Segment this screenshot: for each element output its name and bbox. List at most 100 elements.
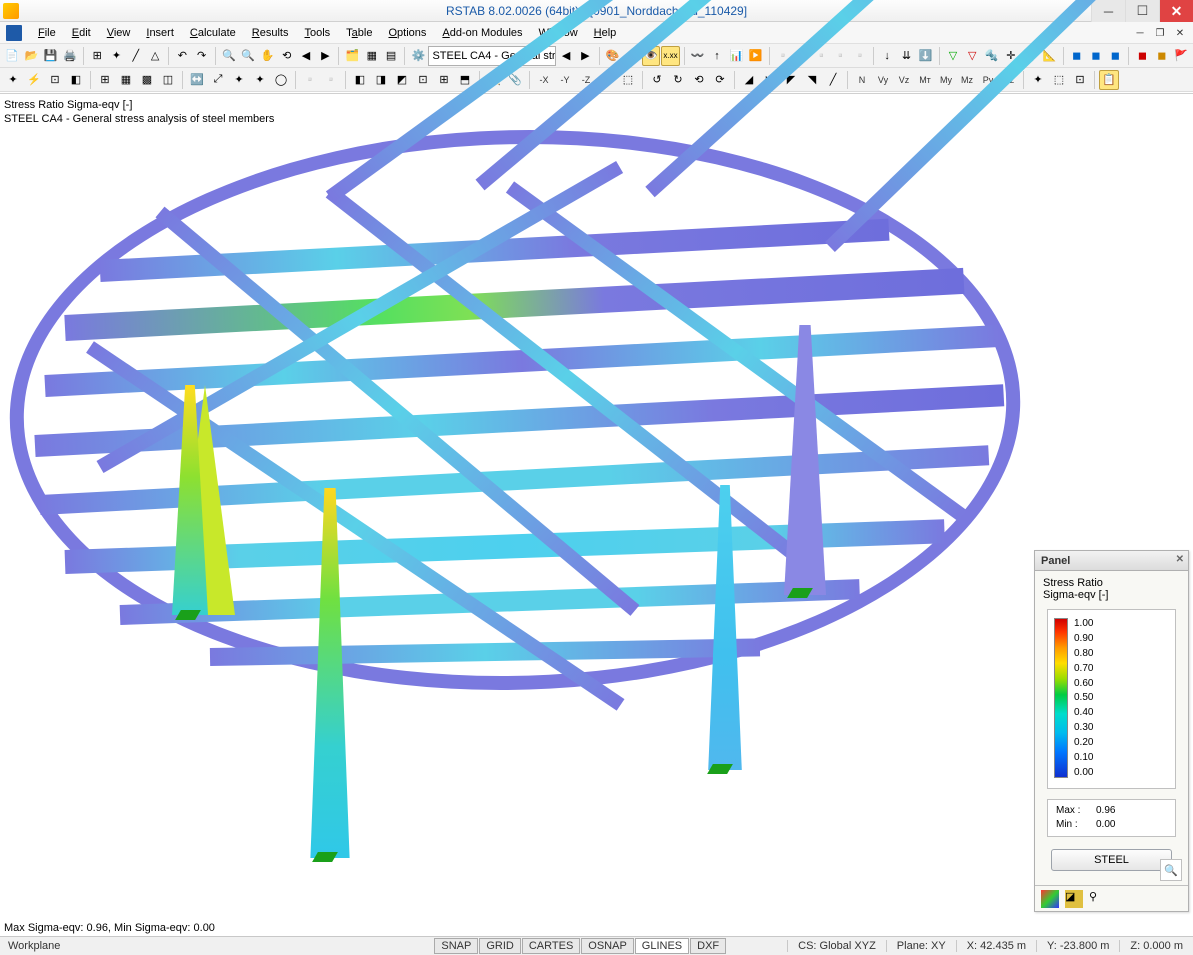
result-pz-button[interactable]: Pz	[999, 70, 1019, 90]
cross-section-button[interactable]: 🔩	[982, 46, 1000, 66]
view-3d-button[interactable]: -3	[597, 70, 617, 90]
t2-6[interactable]: ▦	[116, 70, 136, 90]
result-mz-button[interactable]: Mz	[957, 70, 977, 90]
result-mt-button[interactable]: Mт	[915, 70, 935, 90]
t2-33[interactable]: ✦	[1028, 70, 1048, 90]
t2-17[interactable]: ◨	[371, 70, 391, 90]
next-view-button[interactable]: ▶	[316, 46, 334, 66]
panel-tab-colors-icon[interactable]	[1041, 890, 1059, 908]
display-button[interactable]: 👁️	[642, 46, 660, 66]
t2-21[interactable]: ⬒	[455, 70, 475, 90]
menu-insert[interactable]: Insert	[138, 24, 182, 42]
t2-1[interactable]: ✦	[3, 70, 23, 90]
pan-button[interactable]: ✋	[258, 46, 276, 66]
grid-toggle[interactable]: GRID	[479, 938, 521, 954]
ic2-button[interactable]: ▫️	[793, 46, 811, 66]
mdi-restore-button[interactable]: ❐	[1151, 25, 1169, 41]
osnap-toggle[interactable]: OSNAP	[581, 938, 634, 954]
t2-27[interactable]: ⟳	[710, 70, 730, 90]
t2-10[interactable]: ⤢	[208, 70, 228, 90]
menu-tools[interactable]: Tools	[296, 24, 338, 42]
close-button[interactable]: ✕	[1159, 0, 1193, 22]
t2-7[interactable]: ▩	[137, 70, 157, 90]
next-case-button[interactable]: ▶	[576, 46, 594, 66]
result-n-button[interactable]: N	[852, 70, 872, 90]
animation-button[interactable]: ▶️	[746, 46, 764, 66]
print-button[interactable]: 🖨️	[61, 46, 79, 66]
t2-19[interactable]: ⊡	[413, 70, 433, 90]
panel-tab-filter-icon[interactable]: ⚲	[1089, 890, 1107, 908]
menu-view[interactable]: View	[99, 24, 139, 42]
view-y-button[interactable]: -Y	[555, 70, 575, 90]
addon5-button[interactable]: ◼	[1153, 46, 1171, 66]
cut-button[interactable]: ✂️	[1021, 46, 1039, 66]
panel-button[interactable]: ▤	[382, 46, 400, 66]
load-button[interactable]: ↓	[878, 46, 896, 66]
result-vy-button[interactable]: Vy	[873, 70, 893, 90]
maximize-button[interactable]: ☐	[1125, 0, 1159, 22]
menu-edit[interactable]: Edit	[64, 24, 99, 42]
t2-30[interactable]: ◤	[781, 70, 801, 90]
menu-window[interactable]: Window	[531, 24, 586, 42]
ic1-button[interactable]: ▫️	[774, 46, 792, 66]
ic3-button[interactable]: ▫️	[812, 46, 830, 66]
t2-25[interactable]: ↻	[668, 70, 688, 90]
graphics-viewport[interactable]: Stress Ratio Sigma-eqv [-] STEEL CA4 - G…	[0, 93, 1193, 936]
mdi-minimize-button[interactable]: ─	[1131, 25, 1149, 41]
panel-close-button[interactable]: ✕	[1176, 554, 1184, 565]
axis-button[interactable]: ✛	[1002, 46, 1020, 66]
menu-results[interactable]: Results	[244, 24, 297, 42]
colors-button[interactable]: 🖌️	[623, 46, 641, 66]
prev-case-button[interactable]: ◀	[557, 46, 575, 66]
glines-toggle[interactable]: GLINES	[635, 938, 689, 954]
menu-calculate[interactable]: Calculate	[182, 24, 244, 42]
find-button[interactable]: 🔍	[220, 46, 238, 66]
members-button[interactable]: ╱	[127, 46, 145, 66]
load3-button[interactable]: ⬇️	[917, 46, 935, 66]
prev-view-button[interactable]: ◀	[297, 46, 315, 66]
t2-18[interactable]: ◩	[392, 70, 412, 90]
flag-button[interactable]: 🚩	[1172, 46, 1190, 66]
measure-button[interactable]: 📐	[1040, 46, 1058, 66]
t2-36[interactable]: 📋	[1099, 70, 1119, 90]
t2-12[interactable]: ✦	[250, 70, 270, 90]
filter-green-button[interactable]: ▽	[944, 46, 962, 66]
t2-5[interactable]: ⊞	[95, 70, 115, 90]
t2-35[interactable]: ⊡	[1070, 70, 1090, 90]
undo-button[interactable]: ↶	[173, 46, 191, 66]
t2-34[interactable]: ⬚	[1049, 70, 1069, 90]
save-button[interactable]: 💾	[42, 46, 60, 66]
module-selector[interactable]: STEEL CA4 - General stre ▼	[428, 46, 555, 66]
view-z-button[interactable]: -Z	[576, 70, 596, 90]
t2-15[interactable]: ▫️	[321, 70, 341, 90]
nodes-button[interactable]: ✦	[107, 46, 125, 66]
result-my-button[interactable]: My	[936, 70, 956, 90]
t2-9[interactable]: ↔️	[187, 70, 207, 90]
diagram-button[interactable]: 📊	[727, 46, 745, 66]
t2-8[interactable]: ◫	[158, 70, 178, 90]
t2-20[interactable]: ⊞	[434, 70, 454, 90]
addon2-button[interactable]: ◼	[1087, 46, 1105, 66]
calculate-button[interactable]: ⚙️	[409, 46, 427, 66]
t2-4[interactable]: ◧	[66, 70, 86, 90]
addon4-button[interactable]: ◼	[1133, 46, 1151, 66]
ic5-button[interactable]: ▫️	[851, 46, 869, 66]
result-vz-button[interactable]: Vz	[894, 70, 914, 90]
view-x-button[interactable]: -X	[534, 70, 554, 90]
rotate-button[interactable]: ⟲	[278, 46, 296, 66]
supports-button[interactable]: △	[146, 46, 164, 66]
zoom-button[interactable]: 🔍	[239, 46, 257, 66]
minimize-button[interactable]: ─	[1091, 0, 1125, 22]
t2-iso[interactable]: ⬚	[618, 70, 638, 90]
mdi-close-button[interactable]: ✕	[1171, 25, 1189, 41]
t2-31[interactable]: ◥	[802, 70, 822, 90]
menu-addons[interactable]: Add-on Modules	[434, 24, 530, 42]
general-data-button[interactable]: ⊞	[88, 46, 106, 66]
t2-3[interactable]: ⊡	[45, 70, 65, 90]
load2-button[interactable]: ⇊	[897, 46, 915, 66]
snap-toggle[interactable]: SNAP	[434, 938, 478, 954]
t2-24[interactable]: ↺	[647, 70, 667, 90]
t2-23[interactable]: 📎	[505, 70, 525, 90]
reaction-button[interactable]: ↑	[708, 46, 726, 66]
t2-14[interactable]: ▫️	[300, 70, 320, 90]
